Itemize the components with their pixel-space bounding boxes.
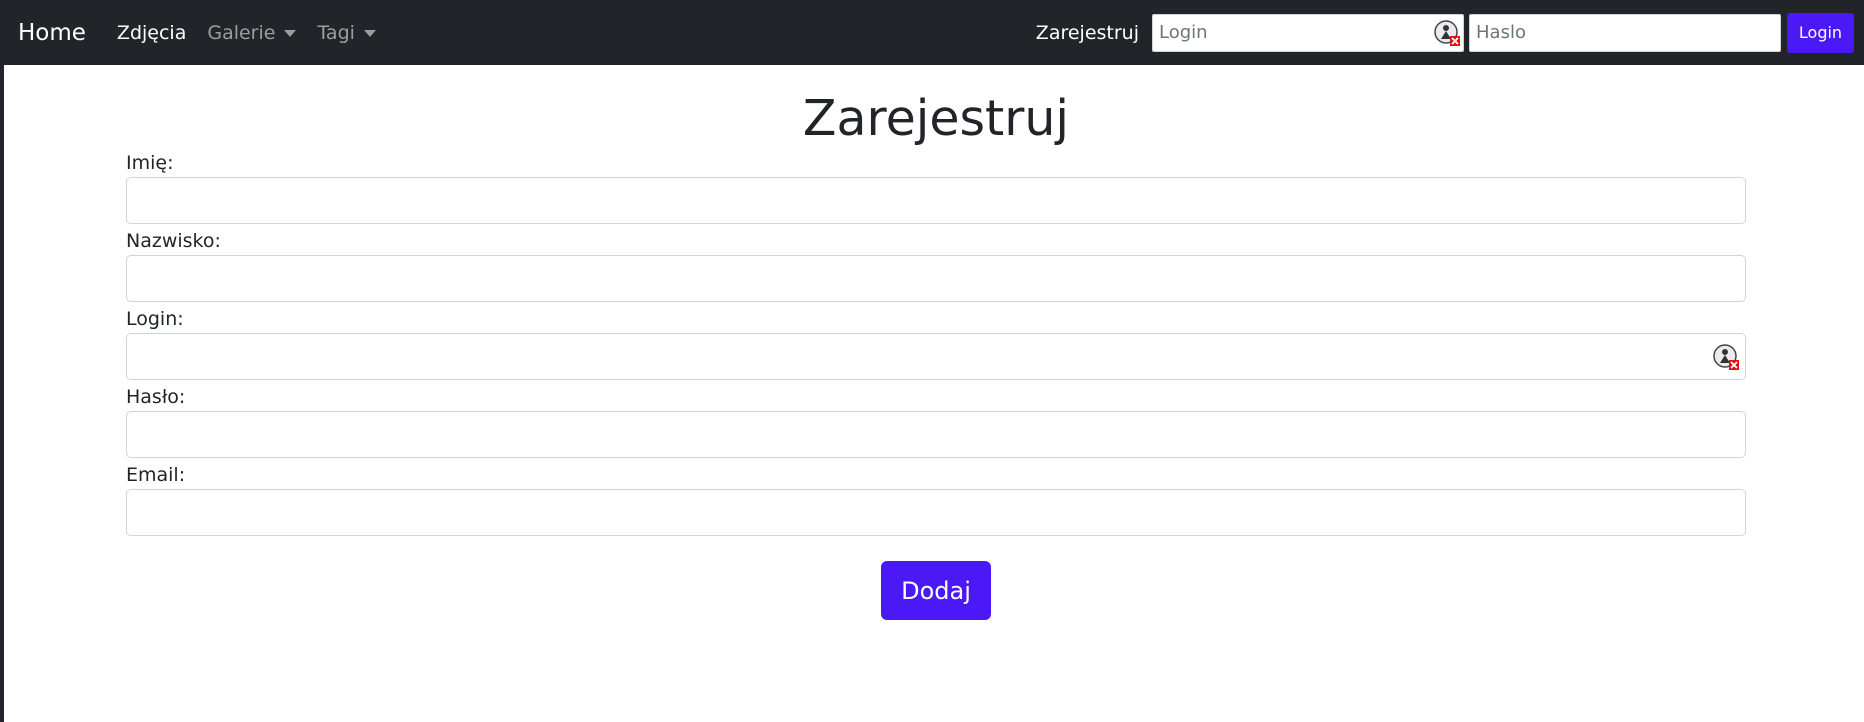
- field-password: Hasło:: [126, 384, 1746, 458]
- password-manager-icon[interactable]: [1433, 19, 1461, 47]
- window-left-edge: [0, 0, 4, 722]
- nav-password-input[interactable]: [1469, 13, 1781, 52]
- nav-login-input[interactable]: [1152, 13, 1464, 52]
- first-name-input[interactable]: [126, 177, 1746, 224]
- page-title: Zarejestruj: [802, 90, 1070, 147]
- password-manager-icon[interactable]: [1712, 343, 1740, 371]
- nav-login-wrapper: [1152, 13, 1469, 52]
- nav-link-label: Galerie: [207, 21, 276, 44]
- register-form-container: Zarejestruj Imię: Nazwisko: Login: Hasło…: [126, 65, 1746, 620]
- submit-button[interactable]: Dodaj: [881, 561, 991, 620]
- nav-link-label: Zdjęcia: [116, 21, 187, 44]
- field-label: Email:: [126, 464, 186, 486]
- login-button[interactable]: Login: [1787, 12, 1854, 53]
- field-last-name: Nazwisko:: [126, 228, 1746, 302]
- login-input[interactable]: [126, 333, 1746, 380]
- field-label: Login:: [126, 308, 184, 330]
- field-label: Imię:: [126, 152, 174, 174]
- top-navbar: Home Zdjęcia Galerie Tagi Zarejestruj Lo…: [0, 0, 1864, 65]
- brand-home-link[interactable]: Home: [18, 20, 86, 46]
- field-label: Hasło:: [126, 386, 186, 408]
- field-email: Email:: [126, 462, 1746, 536]
- caret-down-icon: [363, 30, 376, 37]
- navbar-login-area: Zarejestruj Login: [1036, 0, 1854, 65]
- last-name-input[interactable]: [126, 255, 1746, 302]
- register-link[interactable]: Zarejestruj: [1036, 22, 1139, 44]
- caret-down-icon: [284, 30, 297, 37]
- field-first-name: Imię:: [126, 150, 1746, 224]
- submit-row: Dodaj: [126, 561, 1746, 620]
- email-input[interactable]: [126, 489, 1746, 536]
- nav-dropdown-tagi[interactable]: Tagi: [317, 21, 376, 44]
- field-label: Nazwisko:: [126, 230, 221, 252]
- field-login: Login:: [126, 306, 1746, 380]
- nav-dropdown-galerie[interactable]: Galerie: [207, 21, 297, 44]
- nav-link-zdjecia[interactable]: Zdjęcia: [117, 22, 186, 44]
- nav-link-label: Tagi: [317, 21, 355, 44]
- password-input[interactable]: [126, 411, 1746, 458]
